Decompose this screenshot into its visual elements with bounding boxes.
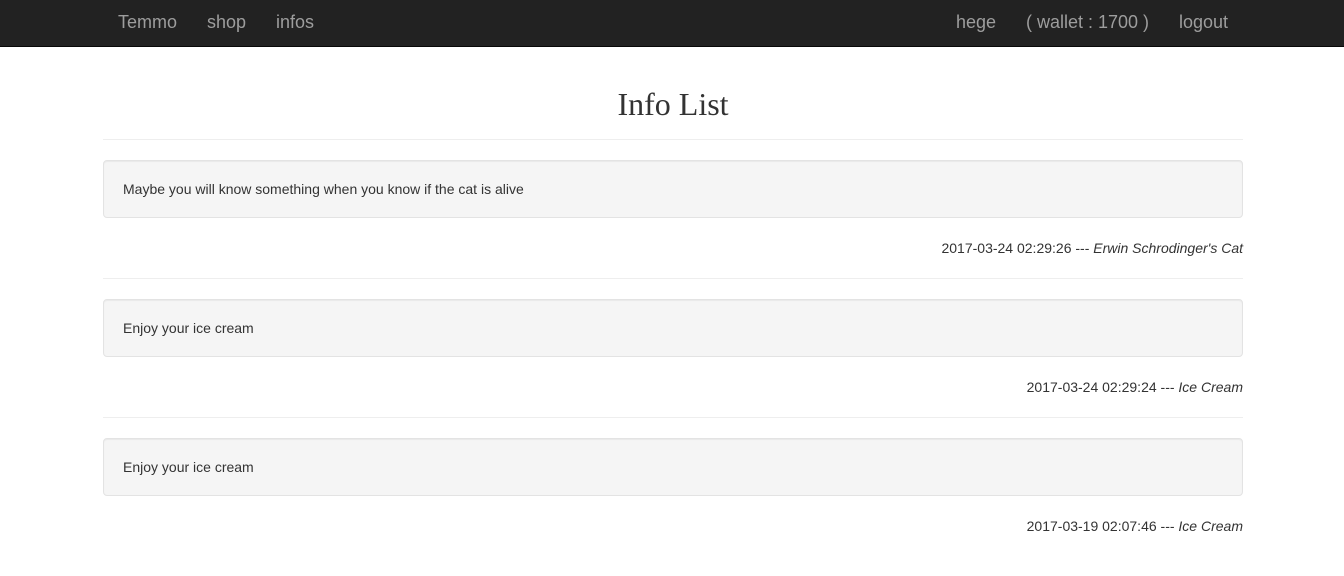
page-title: Info List (103, 47, 1243, 140)
info-item: Enjoy your ice cream 2017-03-19 02:07:46… (103, 438, 1243, 556)
info-item: Enjoy your ice cream 2017-03-24 02:29:24… (103, 299, 1243, 418)
info-item: Maybe you will know something when you k… (103, 160, 1243, 279)
info-meta: 2017-03-19 02:07:46 --- Ice Cream (103, 496, 1243, 556)
main-container: Info List Maybe you will know something … (103, 47, 1243, 576)
info-meta: 2017-03-24 02:29:26 --- Erwin Schrodinge… (103, 218, 1243, 278)
nav-link-user[interactable]: hege (956, 0, 996, 46)
logout-link[interactable]: logout (1179, 0, 1228, 46)
nav-link-wallet[interactable]: ( wallet : 1700 ) (1026, 0, 1149, 46)
brand-link[interactable]: Temmo (118, 0, 177, 46)
info-separator: --- (1160, 379, 1175, 395)
info-author: Ice Cream (1178, 518, 1243, 534)
nav-link-infos[interactable]: infos (276, 0, 314, 46)
info-separator: --- (1075, 240, 1090, 256)
info-author: Ice Cream (1178, 379, 1243, 395)
info-author: Erwin Schrodinger's Cat (1093, 240, 1243, 256)
info-list: Maybe you will know something when you k… (103, 160, 1243, 556)
info-message: Enjoy your ice cream (103, 438, 1243, 496)
info-timestamp: 2017-03-19 02:07:46 (1026, 518, 1157, 534)
top-navbar: Temmo shop infos hege ( wallet : 1700 ) … (0, 0, 1344, 47)
info-separator: --- (1160, 518, 1175, 534)
info-meta: 2017-03-24 02:29:24 --- Ice Cream (103, 357, 1243, 417)
nav-link-shop[interactable]: shop (207, 0, 246, 46)
info-message: Maybe you will know something when you k… (103, 160, 1243, 218)
info-timestamp: 2017-03-24 02:29:26 (941, 240, 1072, 256)
info-message: Enjoy your ice cream (103, 299, 1243, 357)
info-timestamp: 2017-03-24 02:29:24 (1026, 379, 1157, 395)
